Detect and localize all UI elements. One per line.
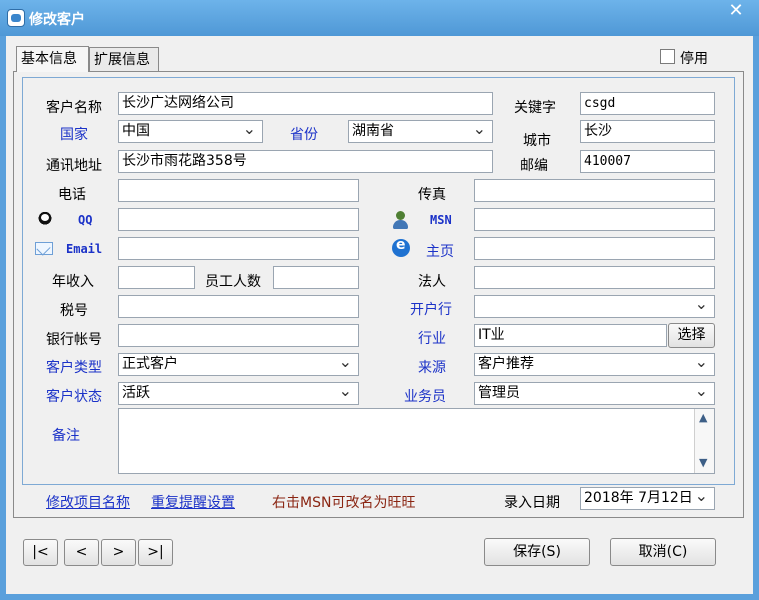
customer-type-label[interactable]: 客户类型 xyxy=(46,357,102,377)
annual-income-input[interactable] xyxy=(118,266,195,289)
address-label: 通讯地址 xyxy=(46,158,102,174)
app-icon xyxy=(7,9,25,27)
bank-label[interactable]: 开户行 xyxy=(410,299,452,319)
previous-record-button[interactable]: < xyxy=(64,539,99,566)
keyword-label: 关键字 xyxy=(514,100,556,116)
scroll-up-icon[interactable]: ▲ xyxy=(699,411,707,424)
remark-label[interactable]: 备注 xyxy=(52,425,80,445)
email-icon xyxy=(35,242,53,255)
salesperson-select[interactable]: 管理员 xyxy=(474,382,715,405)
email-input[interactable] xyxy=(118,237,359,260)
city-label: 城市 xyxy=(523,133,551,149)
tab-basic-info[interactable]: 基本信息 xyxy=(16,46,89,72)
last-record-button[interactable]: >| xyxy=(138,539,173,566)
bank-account-input[interactable] xyxy=(118,324,359,347)
qq-icon xyxy=(36,211,54,229)
window: 修改客户 ✕ 基本信息 扩展信息 停用 客户名称 长沙广达网络公司 关键字 cs… xyxy=(0,0,759,600)
industry-input[interactable]: IT业 xyxy=(474,324,667,347)
country-label[interactable]: 国家 xyxy=(60,124,88,144)
cancel-button[interactable]: 取消(C) xyxy=(610,538,716,566)
customer-status-select[interactable]: 活跃 xyxy=(118,382,359,405)
phone-label: 电话 xyxy=(58,187,86,203)
qq-label[interactable]: QQ xyxy=(78,213,92,227)
employee-count-input[interactable] xyxy=(273,266,359,289)
province-label[interactable]: 省份 xyxy=(290,124,318,144)
msn-input[interactable] xyxy=(474,208,715,231)
entry-date-picker[interactable]: 2018年 7月12日 xyxy=(580,487,715,510)
bank-account-label: 银行帐号 xyxy=(46,332,102,348)
next-record-button[interactable]: > xyxy=(101,539,136,566)
customer-type-select[interactable]: 正式客户 xyxy=(118,353,359,376)
city-input[interactable]: 长沙 xyxy=(580,120,715,143)
first-record-button[interactable]: |< xyxy=(23,539,58,566)
rename-items-link[interactable]: 修改项目名称 xyxy=(46,492,130,512)
entry-date-label: 录入日期 xyxy=(504,495,560,511)
homepage-input[interactable] xyxy=(474,237,715,260)
homepage-icon xyxy=(392,237,410,257)
keyword-input[interactable]: csgd xyxy=(580,92,715,115)
msn-hint-text: 右击MSN可改名为旺旺 xyxy=(272,495,416,511)
industry-label[interactable]: 行业 xyxy=(418,328,446,348)
legal-person-input[interactable] xyxy=(474,266,715,289)
tax-number-label: 税号 xyxy=(60,303,88,319)
close-icon[interactable]: ✕ xyxy=(714,0,758,22)
postcode-label: 邮编 xyxy=(520,158,548,174)
qq-input[interactable] xyxy=(118,208,359,231)
province-select[interactable]: 湖南省 xyxy=(348,120,493,143)
tax-number-input[interactable] xyxy=(118,295,359,318)
customer-name-input[interactable]: 长沙广达网络公司 xyxy=(118,92,493,115)
fax-input[interactable] xyxy=(474,179,715,202)
tab-extended-info[interactable]: 扩展信息 xyxy=(89,47,159,71)
remark-scrollbar[interactable]: ▲ ▼ xyxy=(694,409,714,473)
choose-industry-button[interactable]: 选择 xyxy=(668,323,715,348)
msn-icon xyxy=(391,211,409,229)
disable-label: 停用 xyxy=(680,51,708,67)
source-label[interactable]: 来源 xyxy=(418,357,446,377)
reminder-settings-link[interactable]: 重复提醒设置 xyxy=(151,492,235,512)
address-input[interactable]: 长沙市雨花路358号 xyxy=(118,150,493,173)
fax-label: 传真 xyxy=(418,187,446,203)
country-select[interactable]: 中国 xyxy=(118,120,263,143)
customer-name-label: 客户名称 xyxy=(46,100,102,116)
disable-checkbox[interactable] xyxy=(660,49,675,64)
msn-label[interactable]: MSN xyxy=(430,213,452,227)
annual-income-label: 年收入 xyxy=(52,274,94,290)
bank-select[interactable] xyxy=(474,295,715,318)
email-label[interactable]: Email xyxy=(66,242,102,256)
scroll-down-icon[interactable]: ▼ xyxy=(699,456,707,469)
employee-count-label: 员工人数 xyxy=(205,274,261,290)
title-bar: 修改客户 ✕ xyxy=(0,0,759,36)
window-title: 修改客户 xyxy=(29,12,85,28)
save-button[interactable]: 保存(S) xyxy=(484,538,590,566)
customer-status-label[interactable]: 客户状态 xyxy=(46,386,102,406)
salesperson-label[interactable]: 业务员 xyxy=(404,386,446,406)
source-select[interactable]: 客户推荐 xyxy=(474,353,715,376)
remark-textarea[interactable] xyxy=(118,408,715,474)
homepage-label[interactable]: 主页 xyxy=(426,241,454,261)
postcode-input[interactable]: 410007 xyxy=(580,150,715,173)
phone-input[interactable] xyxy=(118,179,359,202)
legal-person-label: 法人 xyxy=(418,274,446,290)
